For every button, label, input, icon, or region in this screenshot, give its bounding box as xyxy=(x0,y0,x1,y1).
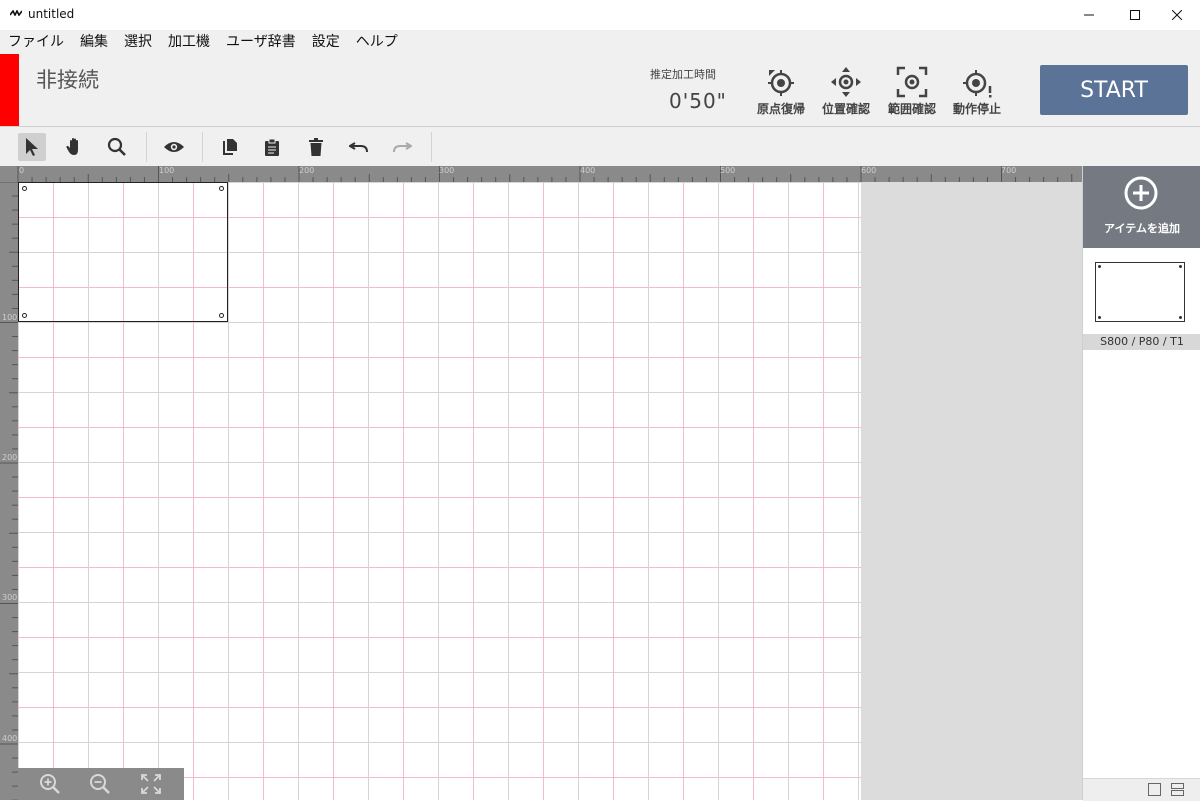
horizontal-ruler: 0 100 200 300 400 500 600 700 xyxy=(0,166,1082,182)
zoom-out-button[interactable] xyxy=(87,771,113,797)
menu-bar: ファイル 編集 選択 加工機 ユーザ辞書 設定 ヘルプ xyxy=(0,30,1200,55)
zoom-controls xyxy=(18,768,184,800)
plus-circle-icon xyxy=(1124,176,1158,210)
delete-button[interactable] xyxy=(302,133,330,161)
thumbnail-corner xyxy=(1098,265,1101,268)
split-view-icon[interactable] xyxy=(1171,783,1185,797)
estimated-time-value: 0'50" xyxy=(669,89,727,113)
position-check-button[interactable]: 位置確認 xyxy=(814,62,878,120)
window-title: untitled xyxy=(28,7,75,21)
out-of-range-area xyxy=(861,182,1082,800)
arrow-pointer-icon xyxy=(26,138,38,156)
copy-icon xyxy=(223,139,237,155)
origin-return-label: 原点復帰 xyxy=(756,102,805,116)
select-tool[interactable] xyxy=(18,133,46,161)
paste-button[interactable] xyxy=(258,133,286,161)
minimize-button[interactable] xyxy=(1066,0,1112,30)
resize-handle[interactable] xyxy=(22,313,27,318)
resize-handle[interactable] xyxy=(219,186,224,191)
toolbar-separator xyxy=(431,132,432,162)
control-strip: 非接続 推定加工時間 0'50" 原点復帰 位置確認 範囲確認 動作停止 STA… xyxy=(0,54,1200,127)
ruler-ticks xyxy=(0,182,18,800)
redo-button[interactable] xyxy=(388,133,416,161)
zoom-tool[interactable] xyxy=(103,133,131,161)
position-arrows-icon xyxy=(831,67,861,97)
ruler-label: 300 xyxy=(2,593,18,602)
close-button[interactable] xyxy=(1154,0,1200,30)
trash-icon xyxy=(309,138,323,156)
range-frame-icon xyxy=(896,66,928,98)
ruler-label: 400 xyxy=(580,166,596,175)
work-area-rectangle[interactable] xyxy=(18,182,228,322)
stop-label: 動作停止 xyxy=(952,102,1001,116)
zoom-in-button[interactable] xyxy=(37,771,63,797)
thumbnail-corner xyxy=(1098,316,1101,319)
menu-select[interactable]: 選択 xyxy=(116,30,160,54)
eye-icon xyxy=(164,142,184,152)
add-item-label: アイテムを追加 xyxy=(1104,222,1180,235)
undo-button[interactable] xyxy=(345,133,373,161)
clipboard-icon xyxy=(265,138,279,156)
ruler-label: 200 xyxy=(2,453,18,462)
hand-icon xyxy=(66,138,78,155)
origin-return-button[interactable]: 原点復帰 xyxy=(749,62,813,120)
item-panel: アイテムを追加 S800 / P80 / T1 xyxy=(1082,166,1200,801)
connection-status: 非接続 xyxy=(36,68,99,92)
zoom-out-icon xyxy=(90,774,110,794)
stop-target-icon xyxy=(963,70,992,98)
stop-button[interactable]: 動作停止 xyxy=(945,62,1009,120)
ruler-label: 0 xyxy=(19,166,25,175)
range-check-button[interactable]: 範囲確認 xyxy=(880,62,944,120)
add-item-button[interactable]: アイテムを追加 xyxy=(1083,166,1200,248)
ruler-label: 600 xyxy=(861,166,877,175)
copy-button[interactable] xyxy=(216,133,244,161)
close-icon xyxy=(1172,10,1182,20)
menu-help[interactable]: ヘルプ xyxy=(348,30,406,54)
ruler-label: 100 xyxy=(159,166,175,175)
maximize-icon xyxy=(1130,10,1140,20)
ruler-label: 500 xyxy=(720,166,736,175)
title-bar: untitled xyxy=(0,0,1200,30)
menu-user-dictionary[interactable]: ユーザ辞書 xyxy=(218,30,304,54)
menu-file[interactable]: ファイル xyxy=(0,30,72,54)
zoom-in-icon xyxy=(40,774,60,794)
pan-tool[interactable] xyxy=(61,133,89,161)
redo-icon xyxy=(393,142,412,153)
range-check-label: 範囲確認 xyxy=(887,102,936,116)
vertical-ruler: 100 200 300 400 xyxy=(0,182,18,800)
preview-tool[interactable] xyxy=(160,133,188,161)
app-logo-icon xyxy=(10,10,22,16)
toolbar xyxy=(0,127,1200,166)
fit-view-button[interactable] xyxy=(138,771,164,797)
resize-handle[interactable] xyxy=(219,313,224,318)
maximize-button[interactable] xyxy=(1112,0,1158,30)
item-thumbnail[interactable] xyxy=(1095,262,1185,322)
toolbar-separator xyxy=(146,132,147,162)
position-check-label: 位置確認 xyxy=(821,102,870,116)
estimated-time-label: 推定加工時間 xyxy=(650,68,716,81)
ruler-label: 100 xyxy=(2,313,18,322)
single-view-icon[interactable] xyxy=(1148,783,1162,797)
item-parameters: S800 / P80 / T1 xyxy=(1083,334,1200,350)
connection-indicator xyxy=(0,54,19,126)
ruler-label: 700 xyxy=(1001,166,1017,175)
menu-settings[interactable]: 設定 xyxy=(304,30,348,54)
undo-icon xyxy=(349,142,368,153)
thumbnail-corner xyxy=(1179,265,1182,268)
ruler-label: 400 xyxy=(2,734,18,743)
fit-to-screen-icon xyxy=(141,774,161,794)
start-button[interactable]: START xyxy=(1040,65,1188,115)
menu-machine[interactable]: 加工機 xyxy=(160,30,218,54)
menu-edit[interactable]: 編集 xyxy=(72,30,116,54)
panel-footer xyxy=(1083,778,1200,801)
magnifier-icon xyxy=(107,137,126,156)
thumbnail-corner xyxy=(1179,316,1182,319)
home-target-icon xyxy=(768,70,794,96)
resize-handle[interactable] xyxy=(22,186,27,191)
minimize-icon xyxy=(1084,14,1094,16)
ruler-label: 300 xyxy=(439,166,455,175)
work-canvas[interactable] xyxy=(18,182,861,800)
toolbar-separator xyxy=(202,132,203,162)
ruler-label: 200 xyxy=(299,166,315,175)
